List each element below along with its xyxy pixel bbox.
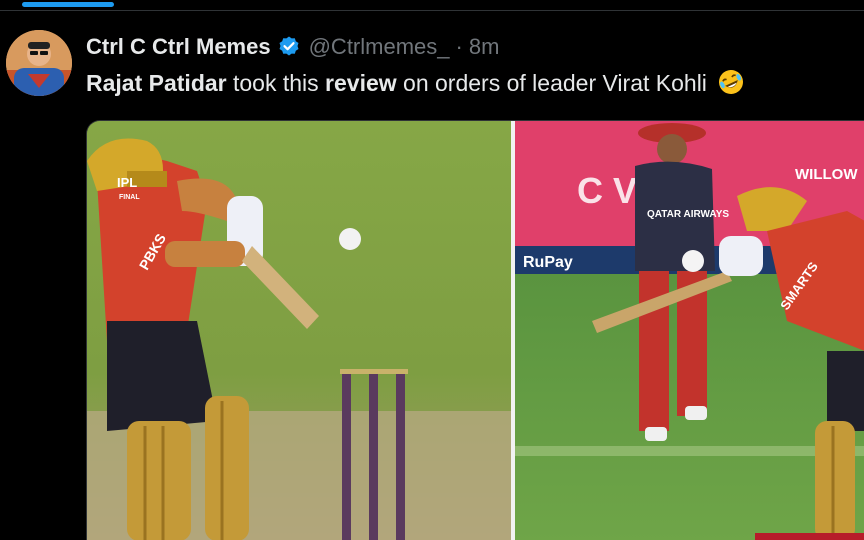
top-divider [0, 10, 864, 11]
right-media-image: RuPay C V WILLOW QATAR AIRWAYS SMARTS [515, 121, 864, 540]
post-timestamp[interactable]: 8m [469, 34, 500, 60]
broadcaster-logo: WILLOW [795, 166, 858, 183]
post-header: Ctrl C Ctrl Memes @Ctrlmemes_ · 8m [86, 32, 499, 62]
board-letters: C V [577, 170, 637, 211]
avatar[interactable] [6, 30, 72, 96]
post-text-bold-name: Rajat Patidar [86, 70, 227, 96]
post-text-segment: took this [226, 70, 326, 96]
left-media-image: IPL FINAL PBKS [87, 121, 511, 540]
rupay-board-text: RuPay [523, 254, 573, 271]
rolling-laughing-emoji-icon [717, 68, 745, 96]
verified-badge-icon [277, 35, 301, 59]
ipl-logo-line1: IPL [117, 175, 137, 190]
post-text-bold-review: review [325, 70, 397, 96]
author-name[interactable]: Ctrl C Ctrl Memes [86, 34, 271, 60]
sponsor-text: QATAR AIRWAYS [647, 209, 729, 220]
avatar-image [6, 30, 72, 96]
author-handle[interactable]: @Ctrlmemes_ [309, 34, 450, 60]
separator-dot: · [455, 34, 463, 59]
post-text-segment-end: on orders of leader Virat Kohli [396, 70, 707, 96]
media-split-divider [511, 121, 515, 540]
post-text: Rajat Patidar took this review on orders… [86, 68, 745, 98]
post-media[interactable]: IPL FINAL PBKS RuPay C V WILLOW QATAR AI… [86, 120, 864, 540]
tab-indicator [22, 2, 114, 7]
ipl-logo-line2: FINAL [119, 194, 140, 201]
